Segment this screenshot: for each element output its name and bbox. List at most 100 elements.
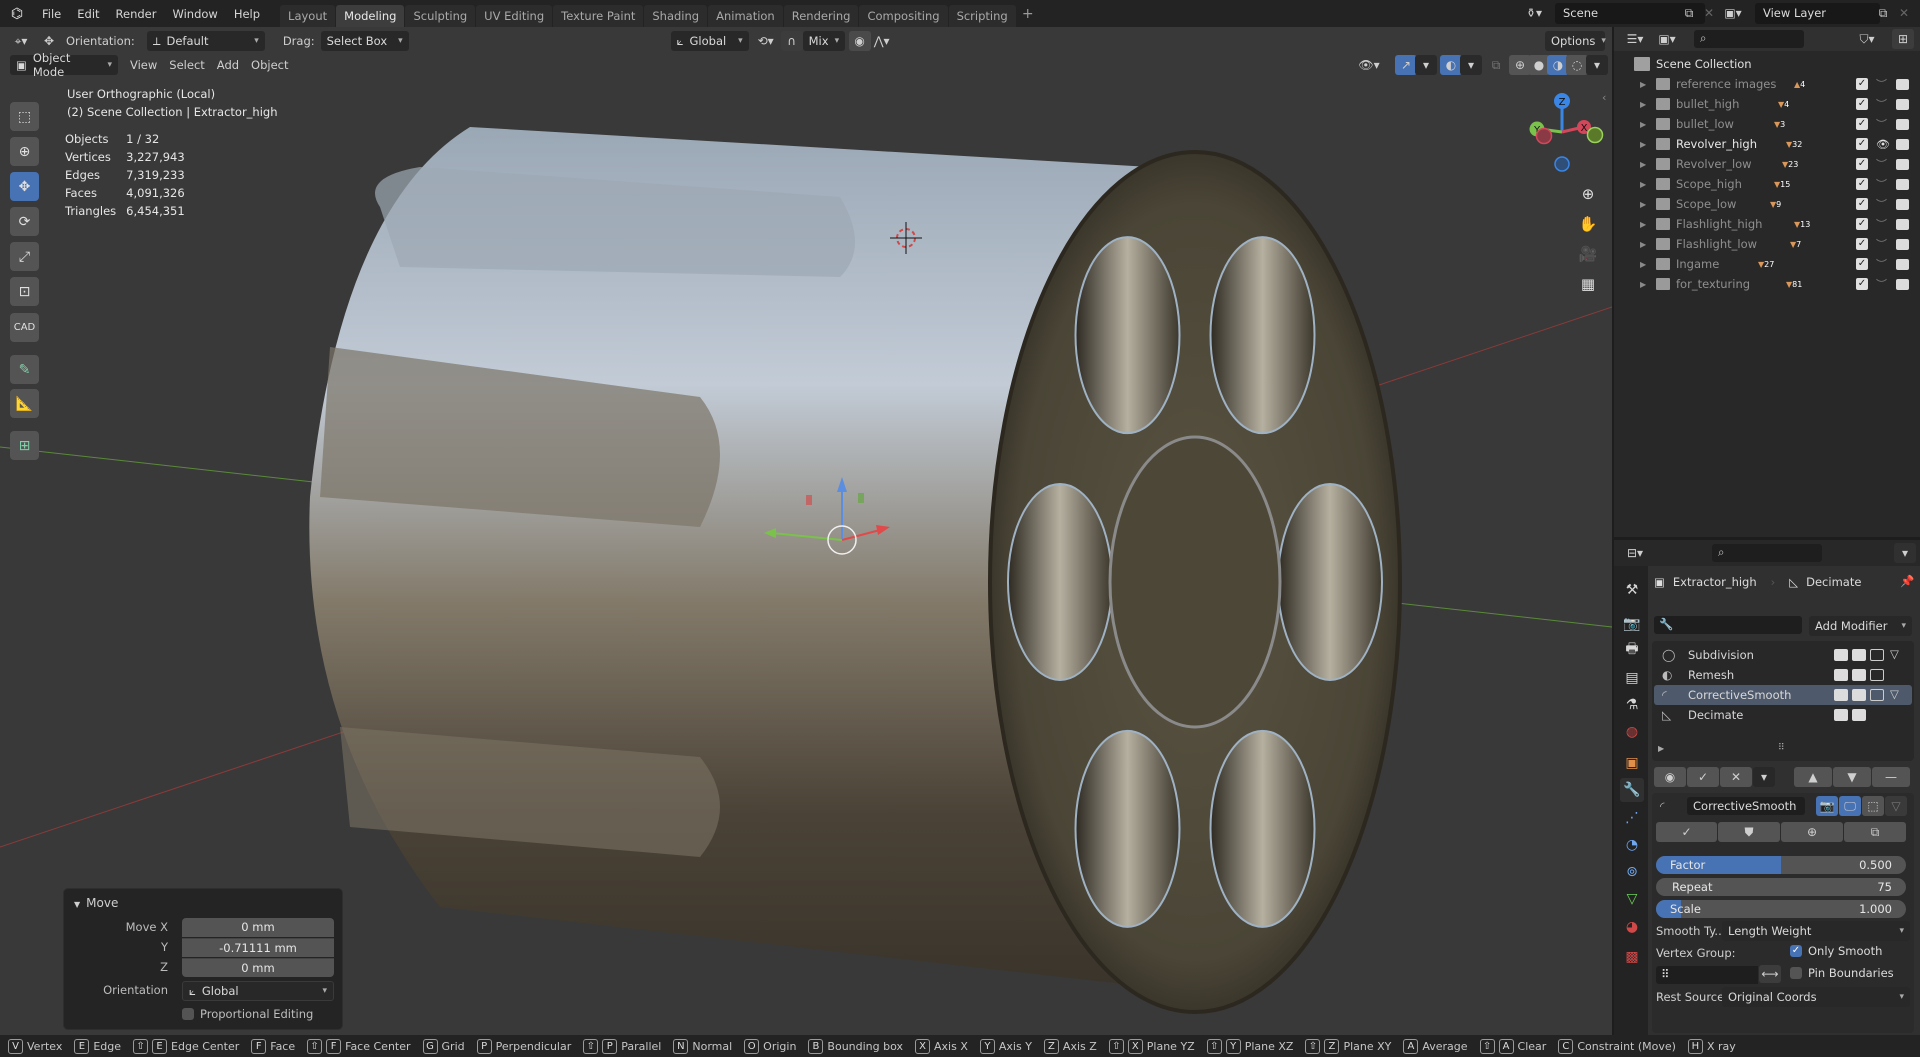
exclude-checkbox[interactable]: ✓ bbox=[1856, 258, 1868, 270]
eye-open-icon[interactable]: 👁 bbox=[1876, 138, 1890, 151]
object-tab-icon[interactable]: ▣ bbox=[1620, 751, 1644, 775]
view-layer-tab-icon[interactable]: ▤ bbox=[1620, 666, 1644, 690]
physics-tab-icon[interactable]: ◔ bbox=[1620, 833, 1644, 857]
transform-pivot-icon[interactable]: ⌖▾ bbox=[10, 31, 32, 51]
expand-list-icon[interactable]: ▶ bbox=[1658, 744, 1664, 753]
render-toggle-icon[interactable]: 📷 bbox=[1816, 796, 1838, 816]
tab-scripting[interactable]: Scripting bbox=[948, 5, 1016, 27]
menu-view[interactable]: View bbox=[124, 58, 163, 72]
expand-triangle-icon[interactable]: ▶ bbox=[1640, 180, 1646, 189]
remove-icon[interactable]: — bbox=[1872, 767, 1910, 787]
tool-select-box[interactable]: ⬚ bbox=[10, 102, 39, 131]
apply-as-shapekey-icon[interactable]: ⛊ bbox=[1718, 822, 1780, 842]
transform-orientation-dropdown[interactable]: ⟀ Global ▾ bbox=[670, 31, 749, 51]
blender-logo-icon[interactable]: ⌬ bbox=[6, 4, 28, 24]
viewport-toggle-icon[interactable] bbox=[1852, 689, 1866, 701]
output-tab-icon[interactable]: 🖶 bbox=[1620, 638, 1644, 662]
render-camera-icon[interactable] bbox=[1896, 238, 1909, 250]
scene-collection-row[interactable]: Scene Collection bbox=[1614, 54, 1920, 74]
filter-view-layer-icon[interactable]: ▣▾ bbox=[1656, 29, 1678, 49]
expand-triangle-icon[interactable]: ▶ bbox=[1640, 260, 1646, 269]
view-layer-field[interactable]: View Layer bbox=[1755, 3, 1880, 24]
outliner-row[interactable]: ▶ for_texturing ▼81 ✓ ︶ bbox=[1614, 274, 1920, 294]
outliner-row[interactable]: ▶ Flashlight_low ▼7 ✓ ︶ bbox=[1614, 234, 1920, 254]
eye-closed-icon[interactable]: ︶ bbox=[1876, 156, 1887, 172]
expand-triangle-icon[interactable]: ▶ bbox=[1640, 220, 1646, 229]
tool-cursor[interactable]: ⊕ bbox=[10, 137, 39, 166]
exclude-checkbox[interactable]: ✓ bbox=[1856, 198, 1868, 210]
smooth-type-dropdown[interactable]: Length Weight ▾ bbox=[1722, 921, 1910, 941]
camera-view-icon[interactable]: 🎥 bbox=[1573, 239, 1603, 269]
scene-tab-icon[interactable]: ⚗ bbox=[1620, 693, 1644, 717]
expand-triangle-icon[interactable]: ▶ bbox=[1640, 140, 1646, 149]
rendered-shading-icon[interactable]: ◌ bbox=[1566, 55, 1588, 75]
modifier-tab-icon[interactable]: 🔧 bbox=[1620, 778, 1644, 802]
repeat-field[interactable]: Repeat 75 bbox=[1656, 878, 1906, 896]
new-scene-icon[interactable]: ⧉ bbox=[1678, 3, 1700, 23]
delete-scene-icon[interactable]: ✕ bbox=[1698, 3, 1720, 23]
data-tab-icon[interactable]: ▽ bbox=[1620, 887, 1644, 911]
properties-search-input[interactable]: ⌕ bbox=[1712, 544, 1822, 562]
exclude-checkbox[interactable]: ✓ bbox=[1856, 218, 1868, 230]
tab-animation[interactable]: Animation bbox=[708, 5, 783, 27]
render-camera-icon[interactable] bbox=[1896, 198, 1909, 210]
cage-toggle-icon[interactable]: ▽ bbox=[1885, 796, 1907, 816]
sidebar-toggle-icon[interactable]: ‹ bbox=[1602, 91, 1606, 104]
editmode-toggle-icon[interactable] bbox=[1870, 649, 1884, 661]
proportional-editing-checkbox[interactable]: Proportional Editing bbox=[182, 1007, 313, 1021]
render-toggle-icon[interactable] bbox=[1834, 689, 1848, 701]
render-camera-icon[interactable] bbox=[1896, 218, 1909, 230]
material-tab-icon[interactable]: ◕ bbox=[1620, 915, 1644, 939]
cage-toggle-icon[interactable]: ▽ bbox=[1890, 647, 1899, 661]
expand-triangle-icon[interactable]: ▶ bbox=[1640, 200, 1646, 209]
gizmo-dropdown-icon[interactable]: ▾ bbox=[1415, 55, 1437, 75]
properties-options-icon[interactable]: ▾ bbox=[1894, 543, 1916, 563]
expand-triangle-icon[interactable]: ▶ bbox=[1640, 280, 1646, 289]
outliner-row[interactable]: ▶ Scope_high ▼15 ✓ ︶ bbox=[1614, 174, 1920, 194]
invert-vertex-group-icon[interactable]: ⟷ bbox=[1759, 965, 1781, 983]
delete-view-layer-icon[interactable]: ✕ bbox=[1893, 3, 1915, 23]
show-in-viewport-icon[interactable]: ◉ bbox=[1654, 767, 1686, 787]
tool-tab-icon[interactable]: ⚒ bbox=[1620, 578, 1644, 602]
modifier-row[interactable]: ◐ Remesh bbox=[1654, 665, 1912, 685]
tab-modeling[interactable]: Modeling bbox=[336, 5, 405, 27]
outliner-search-input[interactable]: ⌕ bbox=[1694, 30, 1804, 48]
exclude-checkbox[interactable]: ✓ bbox=[1856, 178, 1868, 190]
eye-closed-icon[interactable]: ︶ bbox=[1876, 256, 1887, 272]
move-down-icon[interactable]: ▼ bbox=[1833, 767, 1871, 787]
move-panel-header[interactable]: ▼ Move bbox=[74, 896, 118, 910]
menu-object[interactable]: Object bbox=[245, 58, 294, 72]
editmode-toggle-icon[interactable] bbox=[1870, 689, 1884, 701]
render-camera-icon[interactable] bbox=[1896, 158, 1909, 170]
render-camera-icon[interactable] bbox=[1896, 258, 1909, 270]
view-layer-selector-icon[interactable]: ▣▾ bbox=[1722, 3, 1744, 23]
tab-texture-paint[interactable]: Texture Paint bbox=[553, 5, 644, 27]
expand-triangle-icon[interactable]: ▶ bbox=[1640, 80, 1646, 89]
tool-rotate[interactable]: ⟳ bbox=[10, 207, 39, 236]
outliner-row[interactable]: ▶ reference images ▲4 ✓ ︶ bbox=[1614, 74, 1920, 94]
falloff-icon[interactable]: ⋀▾ bbox=[871, 31, 893, 51]
tool-annotate[interactable]: ✎ bbox=[10, 355, 39, 384]
apply-all-icon[interactable]: ✓ bbox=[1687, 767, 1719, 787]
new-view-layer-icon[interactable]: ⧉ bbox=[1872, 3, 1894, 23]
modifier-row[interactable]: ◺ Decimate bbox=[1654, 705, 1912, 725]
tab-sculpting[interactable]: Sculpting bbox=[405, 5, 476, 27]
apply-icon[interactable]: ✓ bbox=[1656, 822, 1717, 842]
only-smooth-checkbox[interactable]: ✓ Only Smooth bbox=[1790, 944, 1882, 958]
drag-dropdown[interactable]: Select Box ▾ bbox=[320, 31, 409, 51]
duplicate-icon[interactable]: ⧉ bbox=[1844, 822, 1906, 842]
menu-render[interactable]: Render bbox=[108, 7, 165, 21]
tool-transform[interactable]: ⊡ bbox=[10, 277, 39, 306]
render-camera-icon[interactable] bbox=[1896, 178, 1909, 190]
tab-compositing[interactable]: Compositing bbox=[859, 5, 948, 27]
menu-select[interactable]: Select bbox=[163, 58, 210, 72]
zoom-view-icon[interactable]: ⊕ bbox=[1573, 179, 1603, 209]
eye-closed-icon[interactable]: ︶ bbox=[1876, 236, 1887, 252]
constraints-tab-icon[interactable]: ⊚ bbox=[1620, 860, 1644, 884]
exclude-checkbox[interactable]: ✓ bbox=[1856, 238, 1868, 250]
pan-view-icon[interactable]: ✋ bbox=[1573, 209, 1603, 239]
scale-slider[interactable]: Scale 1.000 bbox=[1656, 900, 1906, 918]
eye-closed-icon[interactable]: ︶ bbox=[1876, 276, 1887, 292]
shading-dropdown-icon[interactable]: ▾ bbox=[1586, 55, 1608, 75]
exclude-checkbox[interactable]: ✓ bbox=[1856, 118, 1868, 130]
